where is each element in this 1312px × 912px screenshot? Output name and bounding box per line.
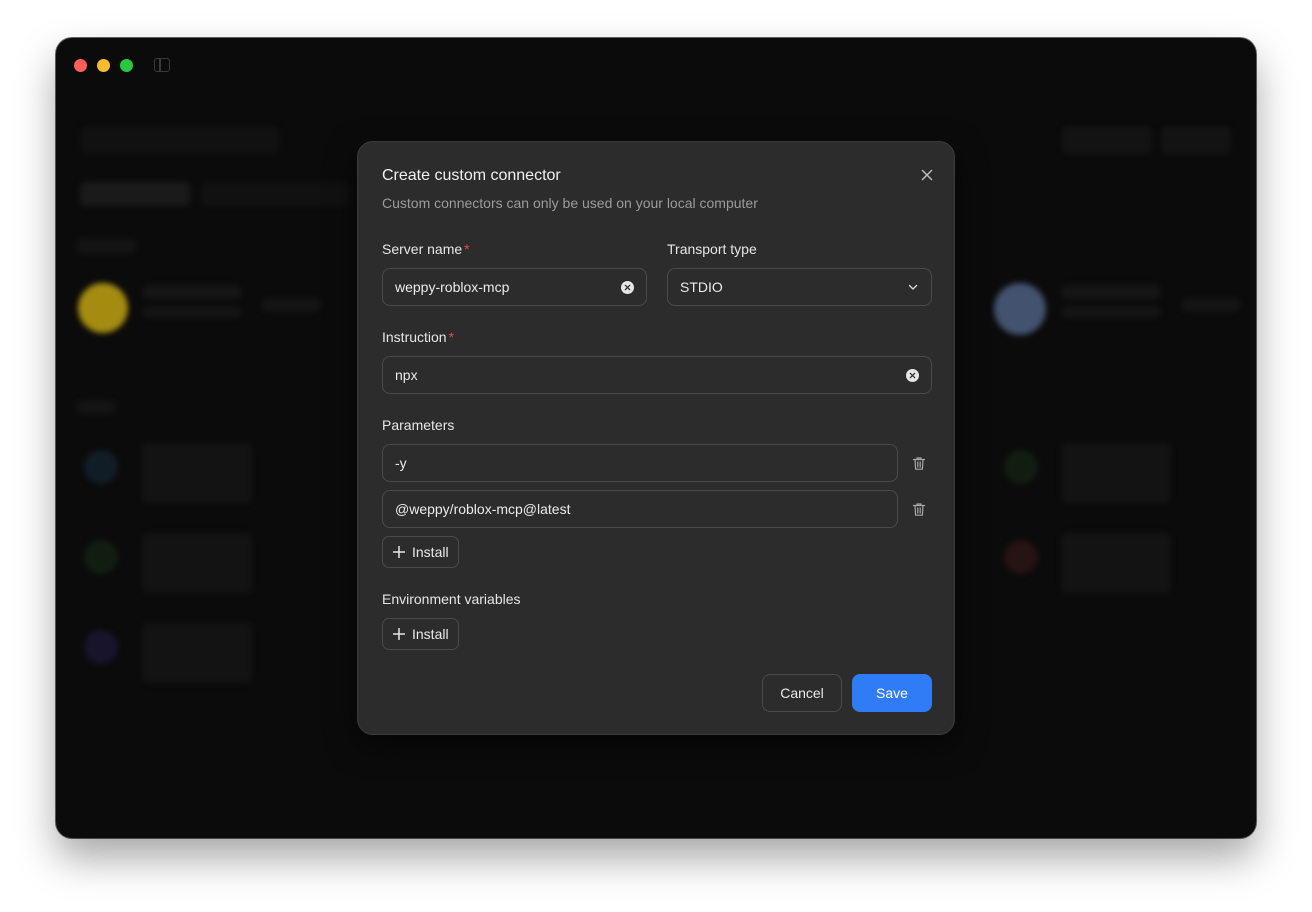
plus-icon (393, 546, 405, 558)
trash-icon[interactable] (912, 456, 926, 471)
add-env-var-label: Install (412, 626, 449, 642)
transport-type-value: STDIO (680, 279, 723, 295)
parameter-input[interactable]: @weppy/roblox-mcp@latest (382, 490, 898, 528)
chevron-down-icon (908, 284, 918, 290)
cancel-button[interactable]: Cancel (762, 674, 842, 712)
plus-icon (393, 628, 405, 640)
clear-instruction-icon[interactable] (906, 368, 919, 382)
server-name-input[interactable]: weppy-roblox-mcp (382, 268, 647, 306)
add-parameter-label: Install (412, 544, 449, 560)
instruction-input[interactable]: npx (382, 356, 932, 394)
parameters-label: Parameters (382, 417, 455, 433)
add-env-var-button[interactable]: Install (382, 618, 459, 650)
clear-server-name-icon[interactable] (621, 280, 634, 294)
parameter-input[interactable]: -y (382, 444, 898, 482)
dialog-subtitle: Custom connectors can only be used on yo… (382, 195, 758, 211)
dialog-title: Create custom connector (382, 167, 561, 184)
close-icon[interactable] (918, 166, 936, 184)
parameter-value: -y (395, 455, 407, 471)
transport-type-label: Transport type (667, 241, 757, 257)
save-button[interactable]: Save (852, 674, 932, 712)
parameter-value: @weppy/roblox-mcp@latest (395, 501, 571, 517)
transport-type-select[interactable]: STDIO (667, 268, 932, 306)
server-name-value: weppy-roblox-mcp (395, 279, 510, 295)
environment-variables-label: Environment variables (382, 591, 521, 607)
create-connector-dialog: Create custom connector Custom connector… (357, 141, 955, 735)
add-parameter-button[interactable]: Install (382, 536, 459, 568)
server-name-label: Server name * (382, 241, 470, 257)
instruction-value: npx (395, 367, 418, 383)
trash-icon[interactable] (912, 502, 926, 517)
instruction-label: Instruction * (382, 329, 455, 345)
required-mark: * (448, 329, 455, 345)
required-mark: * (464, 241, 470, 257)
